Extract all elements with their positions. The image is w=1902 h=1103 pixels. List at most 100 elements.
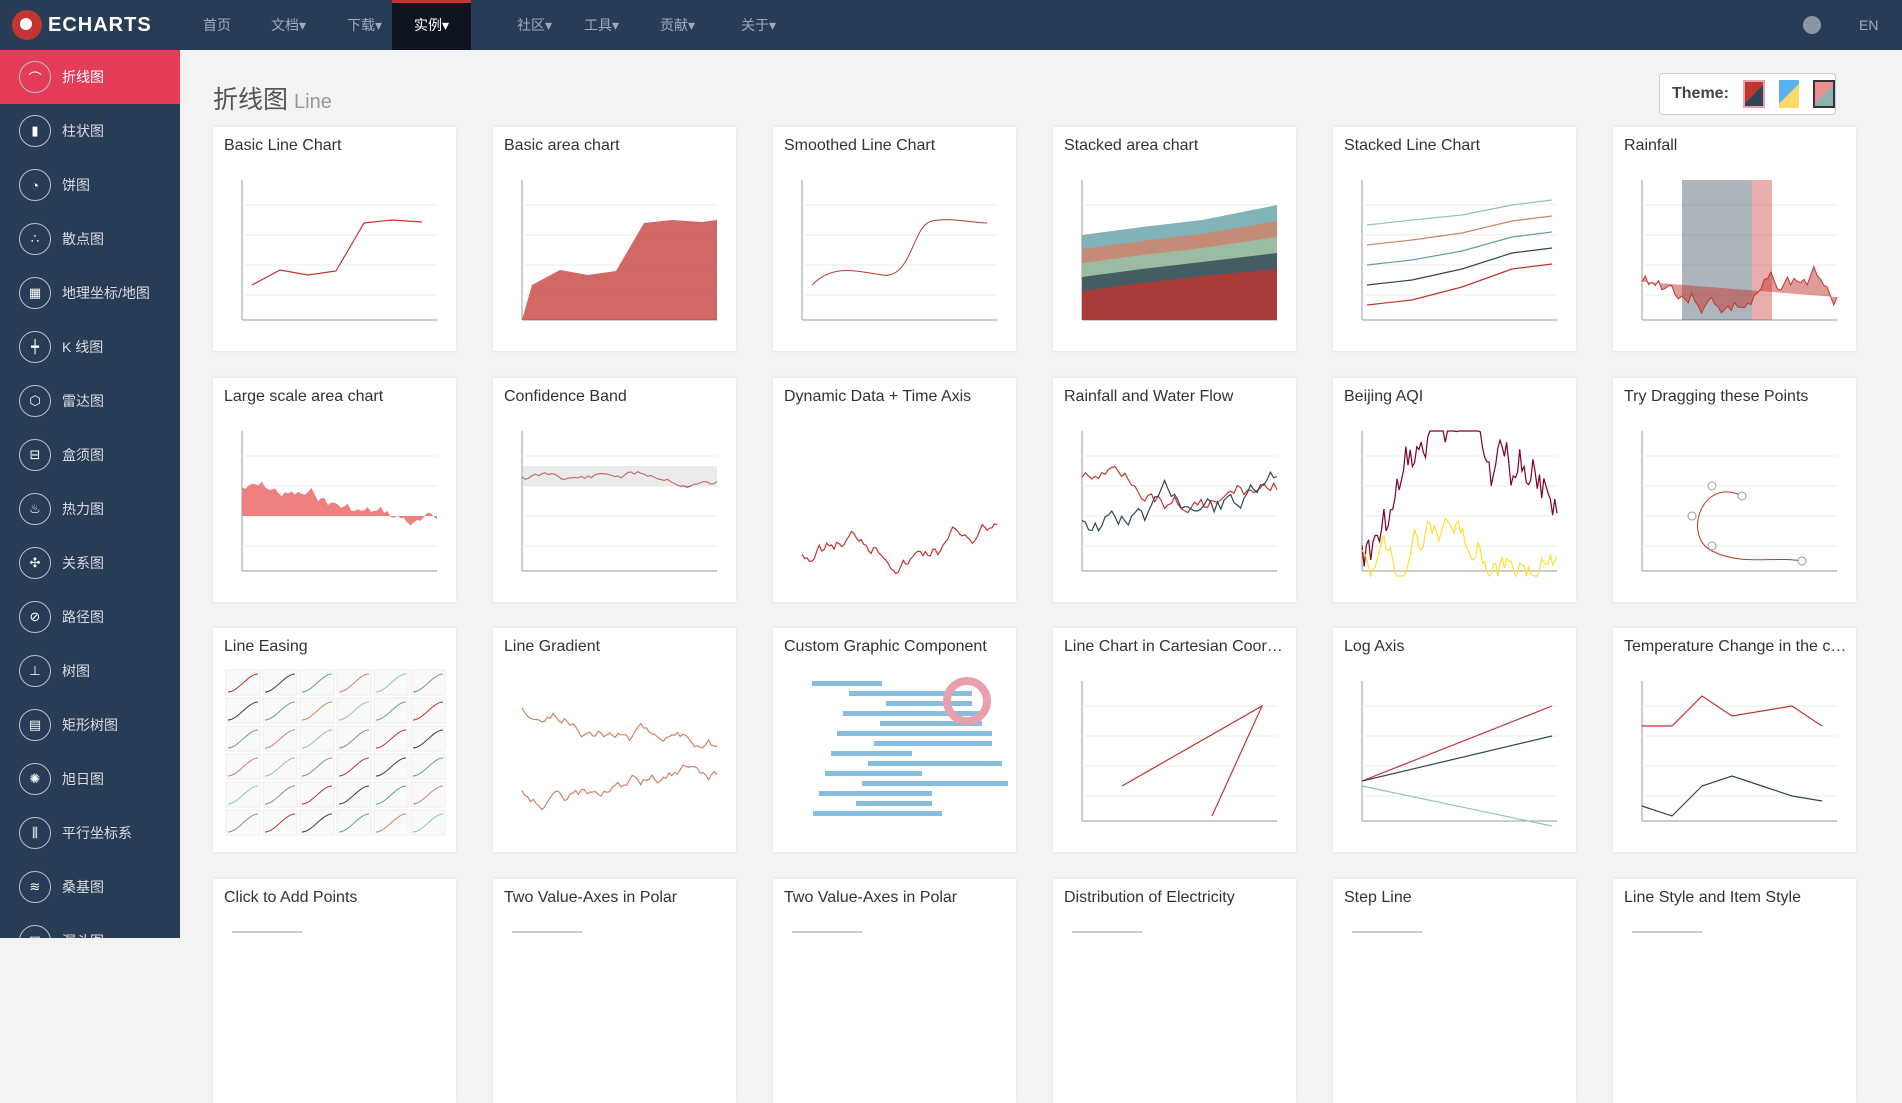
example-thumbnail[interactable] — [1622, 666, 1848, 842]
example-thumbnail[interactable] — [1342, 917, 1568, 1093]
example-card[interactable]: Stacked area chart — [1053, 127, 1296, 351]
example-title[interactable]: Line Easing — [224, 638, 449, 656]
example-title[interactable]: Temperature Change in the coming week — [1624, 638, 1849, 656]
example-card[interactable]: Basic Line Chart — [213, 127, 456, 351]
sidebar-item[interactable]: ▤ 矩形树图 — [0, 698, 180, 752]
example-title[interactable]: Confidence Band — [504, 388, 729, 406]
example-title[interactable]: Line Chart in Cartesian Coordinate Syste… — [1064, 638, 1289, 656]
example-card[interactable]: Stacked Line Chart — [1333, 127, 1576, 351]
example-card[interactable]: Line Easing — [213, 628, 456, 852]
example-card[interactable]: Temperature Change in the coming week — [1613, 628, 1856, 852]
example-thumbnail[interactable] — [1342, 416, 1568, 592]
language-switch[interactable]: EN — [1859, 0, 1878, 50]
example-card[interactable]: Large scale area chart — [213, 378, 456, 602]
example-thumbnail[interactable] — [222, 917, 448, 1093]
example-card[interactable]: Distribution of Electricity — [1053, 879, 1296, 1103]
example-title[interactable]: Line Gradient — [504, 638, 729, 656]
example-title[interactable]: Large scale area chart — [224, 388, 449, 406]
sidebar-item[interactable]: ⊘ 路径图 — [0, 590, 180, 644]
example-card[interactable]: Confidence Band — [493, 378, 736, 602]
nav-contribute[interactable]: 贡献▾ — [648, 0, 707, 50]
nav-home[interactable]: 首页 — [191, 0, 243, 50]
example-thumbnail[interactable] — [1062, 416, 1288, 592]
example-card[interactable]: Click to Add Points — [213, 879, 456, 1103]
example-thumbnail[interactable] — [1062, 917, 1288, 1093]
example-thumbnail[interactable] — [782, 416, 1008, 592]
nav-docs[interactable]: 文档▾ — [259, 0, 318, 50]
sidebar-item[interactable]: ✣ 关系图 — [0, 536, 180, 590]
nav-download[interactable]: 下载▾ — [335, 0, 394, 50]
example-thumbnail[interactable] — [502, 666, 728, 842]
sidebar-item[interactable]: ≋ 桑基图 — [0, 860, 180, 914]
example-thumbnail[interactable] — [1622, 416, 1848, 592]
nav-examples[interactable]: 实例▾ — [392, 0, 471, 50]
example-thumbnail[interactable] — [782, 165, 1008, 341]
example-title[interactable]: Custom Graphic Component — [784, 638, 1009, 656]
example-thumbnail[interactable] — [1062, 666, 1288, 842]
sidebar-item[interactable]: ♨ 热力图 — [0, 482, 180, 536]
nav-tools[interactable]: 工具▾ — [572, 0, 631, 50]
example-card[interactable]: Custom Graphic Component — [773, 628, 1016, 852]
sidebar-item[interactable]: ∴ 散点图 — [0, 212, 180, 266]
example-thumbnail[interactable] — [502, 917, 728, 1093]
example-card[interactable]: Beijing AQI — [1333, 378, 1576, 602]
sidebar-item[interactable]: ⬡ 雷达图 — [0, 374, 180, 428]
example-card[interactable]: Step Line — [1333, 879, 1576, 1103]
theme-swatch-dark[interactable] — [1813, 80, 1836, 108]
example-title[interactable]: Rainfall — [1624, 137, 1849, 155]
example-card[interactable]: Smoothed Line Chart — [773, 127, 1016, 351]
example-title[interactable]: Two Value-Axes in Polar — [504, 889, 729, 907]
example-thumbnail[interactable] — [782, 666, 1012, 842]
example-card[interactable]: Try Dragging these Points — [1613, 378, 1856, 602]
example-card[interactable]: Line Style and Item Style — [1613, 879, 1856, 1103]
sidebar-item[interactable]: ⊥ 树图 — [0, 644, 180, 698]
sidebar-item[interactable]: ▮ 柱状图 — [0, 104, 180, 158]
example-title[interactable]: Basic area chart — [504, 137, 729, 155]
example-title[interactable]: Dynamic Data + Time Axis — [784, 388, 1009, 406]
sidebar-item[interactable]: ⫼ 平行坐标系 — [0, 806, 180, 860]
github-icon[interactable] — [1803, 16, 1821, 34]
sidebar-item[interactable]: ▽ 漏斗图 — [0, 914, 180, 938]
example-title[interactable]: Beijing AQI — [1344, 388, 1569, 406]
example-card[interactable]: Line Gradient — [493, 628, 736, 852]
sidebar-item[interactable]: ◔ 饼图 — [0, 158, 180, 212]
example-thumbnail[interactable] — [502, 416, 728, 592]
sidebar-item[interactable]: ⌒ 折线图 — [0, 50, 180, 104]
sidebar-item[interactable]: ┿ K 线图 — [0, 320, 180, 374]
sidebar-item[interactable]: ▦ 地理坐标/地图 — [0, 266, 180, 320]
example-thumbnail[interactable] — [1342, 165, 1568, 341]
example-thumbnail[interactable] — [1342, 666, 1568, 842]
sidebar-item[interactable]: ✺ 旭日图 — [0, 752, 180, 806]
example-title[interactable]: Try Dragging these Points — [1624, 388, 1849, 406]
theme-swatch-light[interactable] — [1778, 80, 1800, 108]
echarts-logo[interactable]: ECHARTS — [12, 10, 152, 40]
theme-swatch-default[interactable] — [1742, 80, 1765, 108]
example-thumbnail[interactable] — [222, 165, 448, 341]
example-thumbnail[interactable] — [222, 416, 448, 592]
example-thumbnail[interactable] — [502, 165, 728, 341]
example-card[interactable]: Two Value-Axes in Polar — [493, 879, 736, 1103]
example-thumbnail[interactable] — [782, 917, 1008, 1093]
example-card[interactable]: Rainfall — [1613, 127, 1856, 351]
example-title[interactable]: Smoothed Line Chart — [784, 137, 1009, 155]
example-title[interactable]: Rainfall and Water Flow — [1064, 388, 1289, 406]
example-thumbnail[interactable] — [222, 666, 448, 842]
example-title[interactable]: Step Line — [1344, 889, 1569, 907]
nav-about[interactable]: 关于▾ — [729, 0, 788, 50]
example-title[interactable]: Basic Line Chart — [224, 137, 449, 155]
example-card[interactable]: Line Chart in Cartesian Coordinate Syste… — [1053, 628, 1296, 852]
example-title[interactable]: Log Axis — [1344, 638, 1569, 656]
nav-community[interactable]: 社区▾ — [505, 0, 564, 50]
example-card[interactable]: Basic area chart — [493, 127, 736, 351]
example-title[interactable]: Distribution of Electricity — [1064, 889, 1289, 907]
example-card[interactable]: Log Axis — [1333, 628, 1576, 852]
example-thumbnail[interactable] — [1622, 917, 1848, 1093]
example-title[interactable]: Stacked area chart — [1064, 137, 1289, 155]
example-thumbnail[interactable] — [1062, 165, 1288, 341]
example-thumbnail[interactable] — [1622, 165, 1848, 341]
sidebar-item[interactable]: ⊟ 盒须图 — [0, 428, 180, 482]
example-card[interactable]: Rainfall and Water Flow — [1053, 378, 1296, 602]
example-title[interactable]: Line Style and Item Style — [1624, 889, 1849, 907]
example-title[interactable]: Two Value-Axes in Polar — [784, 889, 1009, 907]
example-title[interactable]: Click to Add Points — [224, 889, 449, 907]
